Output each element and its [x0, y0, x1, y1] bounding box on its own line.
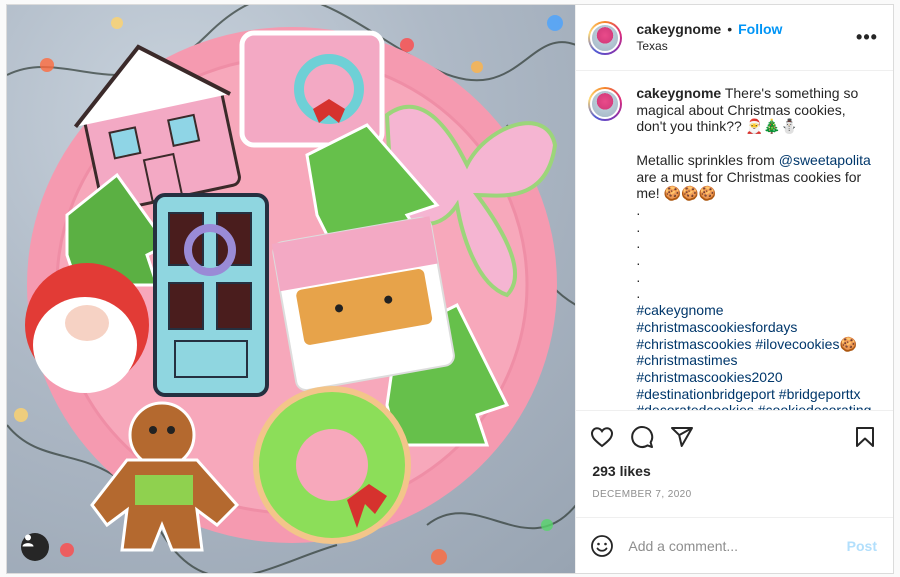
caption-dot: .: [636, 201, 641, 218]
caption-dot: .: [636, 218, 641, 235]
hashtag-link[interactable]: #decoratedcookies #cookiedecorating: [636, 402, 871, 410]
bookmark-icon[interactable]: [853, 425, 877, 449]
caption-row: cakeygnome There's something so magical …: [576, 71, 893, 410]
post-date[interactable]: DECEMBER 7, 2020: [576, 483, 893, 517]
post-comment-button[interactable]: Post: [847, 538, 877, 554]
hashtag-link[interactable]: #christmascookies #ilovecookies🍪: [636, 336, 857, 352]
hashtag-link[interactable]: #christmastimes: [636, 352, 737, 368]
author-username[interactable]: cakeygnome: [636, 21, 721, 37]
hashtag-link[interactable]: #cakeygnome: [636, 302, 723, 318]
comments-section[interactable]: cakeygnome There's something so magical …: [576, 71, 893, 411]
separator-dot: •: [727, 20, 733, 37]
emoji-icon[interactable]: [590, 534, 614, 558]
caption-dot: .: [636, 285, 641, 302]
hashtag-link[interactable]: #christmascookiesfordays: [636, 319, 797, 335]
cookies-illustration: [7, 5, 576, 573]
author-info: cakeygnome • Follow Texas: [636, 21, 855, 55]
caption-text: cakeygnome There's something so magical …: [636, 85, 877, 410]
caption-dot: .: [636, 235, 641, 252]
heart-icon[interactable]: [590, 425, 614, 449]
mention-link[interactable]: @sweetapolita: [779, 152, 871, 168]
person-icon: [22, 534, 34, 547]
comment-icon[interactable]: [630, 425, 654, 449]
caption-line2-prefix: Metallic sprinkles from: [636, 151, 779, 168]
user-tag-icon[interactable]: [21, 533, 49, 561]
caption-dot: .: [636, 252, 641, 269]
comment-input[interactable]: [628, 537, 847, 554]
hashtag-link[interactable]: #destinationbridgeport #bridgeporttx: [636, 386, 860, 402]
post-photo[interactable]: [7, 5, 576, 573]
hashtag-link[interactable]: #christmascookies2020: [636, 369, 782, 385]
share-icon[interactable]: [670, 425, 694, 449]
follow-button[interactable]: Follow: [738, 21, 782, 37]
caption-username[interactable]: cakeygnome: [636, 85, 721, 101]
caption-avatar[interactable]: [588, 87, 623, 121]
more-options-icon[interactable]: •••: [855, 27, 879, 48]
post-header: cakeygnome • Follow Texas •••: [576, 5, 893, 71]
post-side-panel: cakeygnome • Follow Texas ••• cakeygnome T…: [575, 5, 893, 573]
likes-count[interactable]: 293 likes: [576, 455, 893, 483]
caption-dot: .: [636, 268, 641, 285]
add-comment-bar: Post: [576, 517, 893, 573]
action-bar: [576, 411, 893, 455]
post-container: cakeygnome • Follow Texas ••• cakeygnome T…: [6, 4, 894, 574]
author-avatar[interactable]: [588, 20, 623, 55]
post-location[interactable]: Texas: [636, 38, 855, 55]
